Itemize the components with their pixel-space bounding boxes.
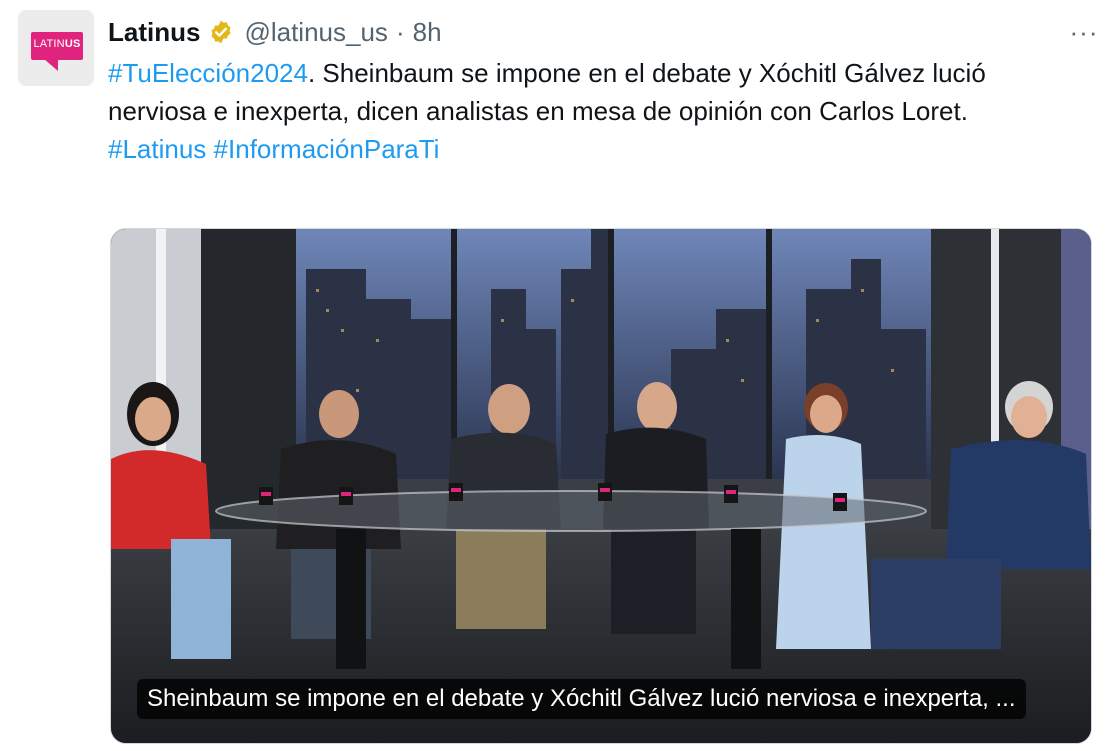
tweet-header: Latinus @latinus_us · 8h [108,14,442,50]
timestamp[interactable]: 8h [413,17,442,48]
verified-badge-icon[interactable] [208,19,234,45]
account-handle[interactable]: @latinus_us [244,17,387,48]
hashtag-latinus[interactable]: #Latinus [108,134,206,164]
logo-tail [44,59,58,71]
account-name[interactable]: Latinus [108,17,200,48]
media-video[interactable]: Sheinbaum se impone en el debate y Xóchi… [110,228,1092,744]
hashtag-informacionparati[interactable]: #InformaciónParaTi [214,134,440,164]
logo-text-bold: US [64,38,81,50]
more-options-icon[interactable]: ··· [1066,14,1102,50]
separator-dot: · [395,16,405,47]
avatar[interactable]: LATINUS [18,10,94,86]
video-thumbnail [111,229,1091,743]
video-caption: Sheinbaum se impone en el debate y Xóchi… [137,679,1026,719]
tweet-text: #TuElección2024. Sheinbaum se impone en … [108,54,1068,168]
logo-text-light: LATIN [33,38,65,50]
logo-text: LATINUS [31,38,83,50]
hashtag-tueleccion2024[interactable]: #TuElección2024 [108,58,308,88]
